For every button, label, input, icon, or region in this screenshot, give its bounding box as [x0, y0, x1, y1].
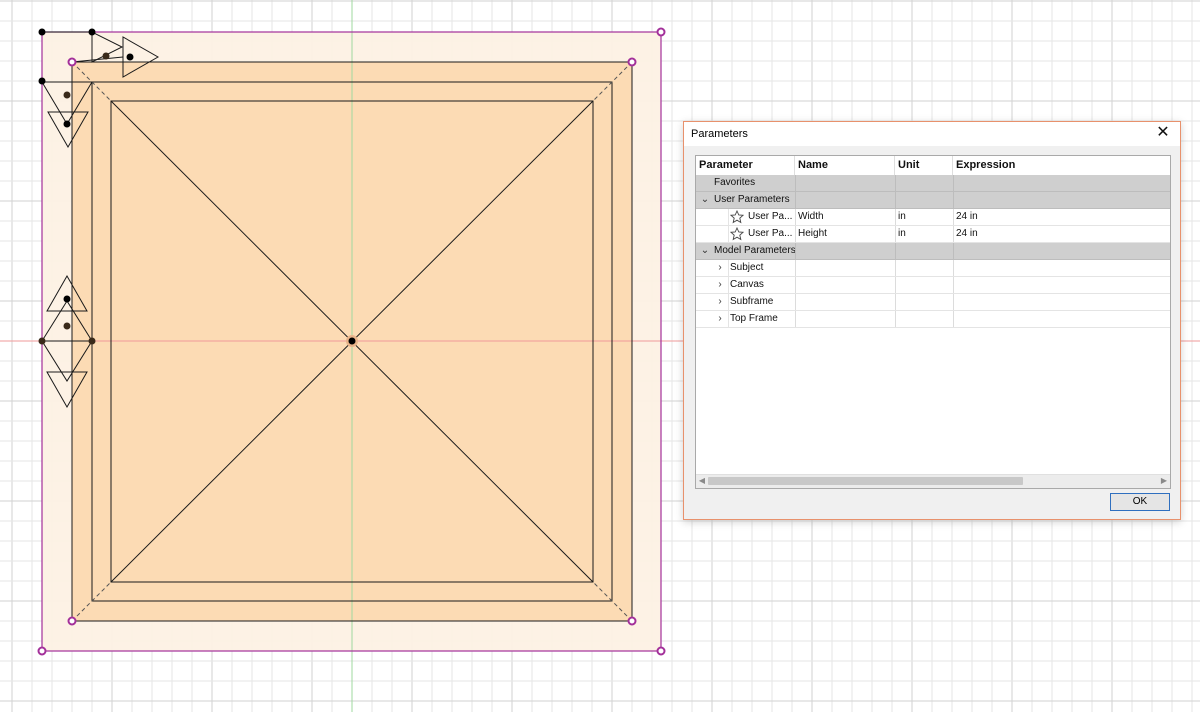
parameter-name-cell[interactable]: Height [795, 226, 895, 242]
parameter-name-cell [795, 294, 895, 310]
table-header: Parameter Name Unit Expression [696, 156, 1170, 176]
indent-divider [728, 311, 729, 327]
parameter-label: Subframe [730, 296, 774, 307]
chevron-right-icon[interactable]: › [713, 260, 727, 276]
tree-row[interactable]: › Subframe [696, 294, 1170, 311]
parameter-unit-cell [895, 311, 953, 327]
horizontal-scrollbar[interactable]: ◀ ▶ [696, 474, 1170, 488]
parameter-expression-cell [953, 294, 1170, 310]
column-header-name[interactable]: Name [795, 156, 895, 175]
parameter-unit-cell [895, 175, 953, 191]
parameters-table: Parameter Name Unit Expression Favorites… [695, 155, 1171, 489]
parameters-dialog: Parameters ✕ Parameter Name Unit Express… [683, 121, 1181, 520]
parameter-row[interactable]: User Pa... Height in 24 in [696, 226, 1170, 243]
column-header-unit[interactable]: Unit [895, 156, 953, 175]
parameter-expression-cell [953, 192, 1170, 208]
tree-row[interactable]: › Subject [696, 260, 1170, 277]
parameter-expression-cell [953, 277, 1170, 293]
chevron-right-icon[interactable]: › [713, 277, 727, 293]
scroll-left-icon[interactable]: ◀ [696, 475, 708, 487]
column-header-parameter[interactable]: Parameter [696, 156, 795, 175]
star-icon[interactable] [730, 210, 744, 224]
parameter-unit-cell [895, 243, 953, 259]
parameter-label: Canvas [730, 279, 764, 290]
parameter-label: Top Frame [730, 313, 778, 324]
parameter-expression-cell [953, 260, 1170, 276]
parameter-name-cell [795, 277, 895, 293]
chevron-down-icon[interactable]: ⌄ [698, 192, 712, 208]
parameter-unit-cell [895, 192, 953, 208]
parameter-name-cell [795, 175, 895, 191]
chevron-right-icon[interactable]: › [713, 311, 727, 327]
parameter-unit-cell[interactable]: in [895, 209, 953, 225]
group-row[interactable]: ⌄ User Parameters [696, 192, 1170, 209]
parameter-unit-cell [895, 294, 953, 310]
parameter-name-cell [795, 192, 895, 208]
parameter-expression-cell[interactable]: 24 in [953, 209, 1170, 225]
scroll-right-icon[interactable]: ▶ [1158, 475, 1170, 487]
close-icon[interactable]: ✕ [1150, 122, 1176, 144]
scrollbar-thumb[interactable] [708, 477, 1023, 485]
parameter-unit-cell [895, 277, 953, 293]
indent-divider [728, 277, 729, 293]
parameter-expression-cell[interactable]: 24 in [953, 226, 1170, 242]
chevron-down-icon[interactable]: ⌄ [698, 243, 712, 259]
group-row[interactable]: Favorites [696, 175, 1170, 192]
parameter-label: Subject [730, 262, 764, 273]
parameter-label: Favorites [714, 177, 756, 188]
tree-row[interactable]: › Canvas [696, 277, 1170, 294]
indent-divider [728, 260, 729, 276]
parameter-row[interactable]: User Pa... Width in 24 in [696, 209, 1170, 226]
star-icon[interactable] [730, 227, 744, 241]
parameter-label: User Parameters [714, 194, 790, 205]
dialog-titlebar[interactable]: Parameters ✕ [684, 122, 1180, 146]
parameter-unit-cell [895, 260, 953, 276]
parameter-name-cell [795, 243, 895, 259]
indent-divider [728, 294, 729, 310]
parameter-expression-cell [953, 175, 1170, 191]
parameter-label: Model Parameters [714, 245, 795, 256]
column-header-expression[interactable]: Expression [953, 156, 1170, 175]
group-row[interactable]: ⌄ Model Parameters [696, 243, 1170, 260]
parameter-name-cell[interactable]: Width [795, 209, 895, 225]
indent-divider [728, 226, 729, 242]
parameter-label: User Pa... [748, 228, 793, 239]
parameter-unit-cell[interactable]: in [895, 226, 953, 242]
indent-divider [728, 209, 729, 225]
parameter-expression-cell [953, 243, 1170, 259]
parameter-expression-cell [953, 311, 1170, 327]
chevron-right-icon[interactable]: › [713, 294, 727, 310]
dialog-title: Parameters [691, 128, 748, 140]
parameter-name-cell [795, 311, 895, 327]
parameter-label: User Pa... [748, 211, 793, 222]
parameter-name-cell [795, 260, 895, 276]
ok-button[interactable]: OK [1110, 493, 1170, 511]
tree-row[interactable]: › Top Frame [696, 311, 1170, 328]
